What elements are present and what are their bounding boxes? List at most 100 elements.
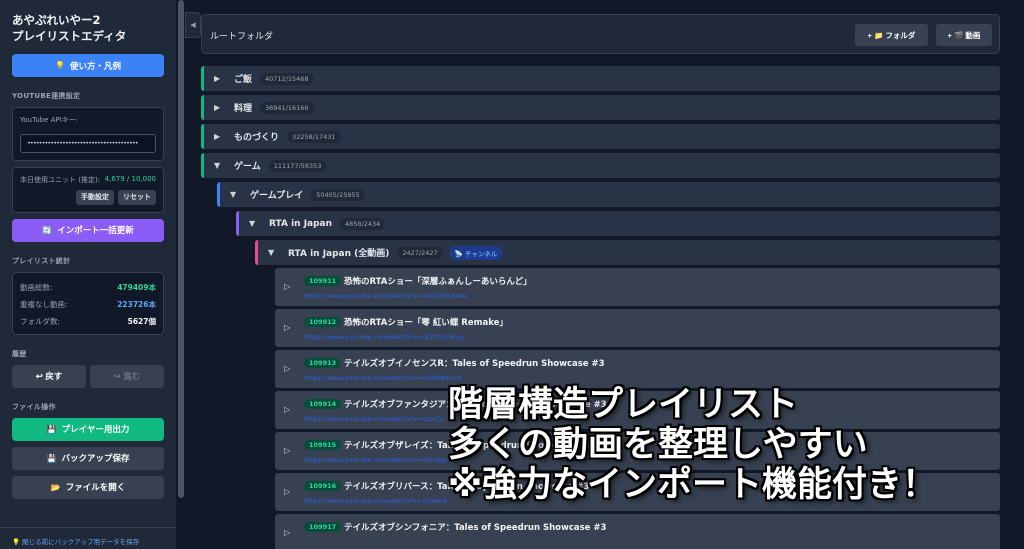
folder-count: 40712/15468 (260, 72, 314, 85)
video-id-badge: 109913 (304, 358, 342, 368)
redo-button[interactable]: ↪ 進む (90, 364, 164, 388)
video-title: 恐怖のRTAショー「深層ふぁんしーあいらんど」 (344, 277, 532, 287)
undo-button[interactable]: ↩ 戻す (12, 364, 86, 388)
video-id-badge: 109911 (304, 276, 342, 286)
channel-badge: 📡 チャンネル (448, 245, 504, 260)
video-url[interactable]: https://www.youtube.com/watch?v=H3RObdOc… (304, 374, 462, 382)
player-export-label: プレイヤー用出力 (61, 424, 130, 434)
units-buttons: 手動設定 リセット (20, 189, 156, 205)
video-row[interactable]: ▷ 109913 テイルズオブイノセンスR：Tales of Speedrun … (275, 350, 1000, 388)
stat-label: フォルダ数: (20, 316, 61, 326)
manual-set-button[interactable]: 手動設定 (76, 189, 114, 205)
folder-count: 36941/16166 (260, 101, 314, 114)
folder-row[interactable]: ▶ ご飯 40712/15468 (201, 66, 1000, 91)
video-row[interactable]: ▷ 109915 テイルズオブザレイズ：Tales of Speedrun Sh… (275, 432, 1000, 470)
collapse-triangle-icon[interactable]: ▼ (249, 219, 259, 228)
backup-warning: 💡 閉じる前にバックアップ用データを保存 (12, 536, 139, 546)
video-title: テイルズオブシンフォニア：Tales of Speedrun Showcase … (344, 523, 607, 533)
player-export-button[interactable]: 💾 プレイヤー用出力 (12, 417, 164, 441)
folder-name: ご飯 (234, 75, 253, 85)
stats-card: 動画総数: 479409本 重複なし動画: 223726本 フォルダ数: 562… (12, 271, 164, 335)
play-icon[interactable]: ▷ (284, 446, 290, 455)
video-url[interactable]: https://www.youtube.com/watch?v=USmlqp (304, 456, 447, 464)
play-icon[interactable]: ▷ (284, 528, 290, 537)
folder-row[interactable]: ▼ RTA in Japan (全動画) 2427/2427 📡 チャンネル (255, 240, 1000, 265)
sidebar-scrollbar-thumb[interactable] (178, 0, 184, 498)
folder-row[interactable]: ▼ ゲーム 111177/58353 (201, 153, 1000, 178)
history-section-label: 履歴 (12, 349, 27, 358)
play-icon[interactable]: ▷ (284, 364, 290, 373)
sidebar-divider (0, 527, 176, 528)
folder-row[interactable]: ▼ ゲームプレイ 50405/25955 (217, 182, 1000, 207)
backup-save-button[interactable]: 💾 バックアップ保存 (12, 446, 164, 470)
collapse-triangle-icon[interactable]: ▼ (214, 161, 224, 170)
folder-name: ゲームプレイ (250, 191, 304, 201)
import-update-label: インポート一括更新 (57, 225, 134, 235)
video-id-badge: 109916 (304, 481, 342, 491)
video-title: 恐怖のRTAショー「零 紅い蝶 Remake」 (344, 318, 508, 328)
video-row[interactable]: ▷ 109914 テイルズオブファンタジア：Tales of Speedrun … (275, 391, 1000, 429)
video-id-badge: 109912 (304, 317, 342, 327)
reset-units-button[interactable]: リセット (118, 189, 156, 205)
stats-section-label: プレイリスト統計 (12, 256, 71, 265)
collapse-triangle-icon[interactable]: ▼ (230, 190, 240, 199)
stat-total-videos: 動画総数: 479409本 (20, 282, 156, 293)
folder-count: 32258/17431 (287, 130, 341, 143)
main-panel: ルートフォルダ + 📁 フォルダ + 🎬 動画 ▶ ご飯 40712/15468… (201, 0, 1024, 549)
stat-label: 動画総数: (20, 282, 53, 292)
video-row[interactable]: ▷ 109916 テイルズオブリバース：Tales of Speedrun Sh… (275, 473, 1000, 511)
video-row[interactable]: ▷ 109912 恐怖のRTAショー「零 紅い蝶 Remake」 https:/… (275, 309, 1000, 347)
add-video-button[interactable]: + 🎬 動画 (936, 24, 992, 46)
api-key-label: YouTube APIキー: (20, 116, 79, 124)
help-button-label: 使い方・凡例 (69, 60, 121, 71)
video-title: テイルズオブリバース：Tales of Speedrun Showcase #3 (344, 482, 590, 492)
play-icon[interactable]: ▷ (284, 487, 290, 496)
help-button[interactable]: 💡 使い方・凡例 (12, 54, 164, 77)
open-file-button[interactable]: 📂 ファイルを開く (12, 475, 164, 499)
video-url[interactable]: https://www.youtube.com/watch?v=cEZchCrN… (304, 333, 464, 341)
root-folder-title: ルートフォルダ (210, 32, 274, 42)
video-row[interactable]: ▷ 109911 恐怖のRTAショー「深層ふぁんしーあいらんど」 https:/… (275, 268, 1000, 306)
sidebar-collapse-button[interactable]: ◀ (185, 12, 201, 38)
open-file-label: ファイルを開く (65, 482, 126, 492)
folder-name: RTA in Japan (全動画) (288, 249, 390, 259)
api-key-input[interactable] (20, 133, 156, 153)
stat-unique-videos: 重複なし動画: 223726本 (20, 299, 156, 310)
bulb-icon: 💡 (12, 538, 21, 546)
stat-value: 223726本 (117, 299, 156, 309)
play-icon[interactable]: ▷ (284, 282, 290, 291)
backup-warning-text: 閉じる前にバックアップ用データを保存 (22, 538, 140, 546)
expand-triangle-icon[interactable]: ▶ (214, 132, 224, 141)
folder-count: 111177/58353 (268, 159, 327, 172)
add-folder-button[interactable]: + 📁 フォルダ (855, 24, 928, 46)
units-label: 本日使用ユニット (推定): (20, 175, 101, 184)
folder-row[interactable]: ▼ RTA in Japan 4858/2434 (236, 211, 1000, 236)
stat-label: 重複なし動画: (20, 299, 68, 309)
video-url[interactable]: https://www.youtube.com/watch?v=uzarCn (304, 415, 445, 423)
api-key-card: YouTube APIキー: (12, 107, 164, 161)
video-url[interactable]: https://www.youtube.com/watch?v=WezCNfKS… (304, 292, 467, 300)
youtube-section-label: YOUTUBE連携設定 (12, 92, 81, 100)
video-row[interactable]: ▷ 109917 テイルズオブシンフォニア：Tales of Speedrun … (275, 514, 1000, 549)
app-title-line1: あやぷれいやー2 (12, 13, 101, 27)
folder-count: 4858/2434 (340, 217, 386, 230)
floppy-icon: 💾 (46, 453, 57, 463)
expand-triangle-icon[interactable]: ▶ (214, 103, 224, 112)
play-icon[interactable]: ▷ (284, 323, 290, 332)
refresh-icon: 🔄 (42, 225, 53, 235)
folder-icon: 📂 (50, 482, 61, 492)
backup-save-label: バックアップ保存 (61, 453, 130, 463)
stat-folder-count: フォルダ数: 5627個 (20, 316, 156, 327)
folder-count: 2427/2427 (397, 246, 443, 259)
expand-triangle-icon[interactable]: ▶ (214, 74, 224, 83)
play-icon[interactable]: ▷ (284, 405, 290, 414)
folder-row[interactable]: ▶ 料理 36941/16166 (201, 95, 1000, 120)
app-root: あやぷれいやー2 プレイリストエディタ 💡 使い方・凡例 YOUTUBE連携設定… (0, 0, 1024, 549)
import-update-button[interactable]: 🔄 インポート一括更新 (12, 218, 164, 242)
floppy-icon: 💾 (46, 424, 57, 434)
video-url[interactable]: https://www.youtube.com/watch?v=yG2eoA (304, 497, 447, 505)
video-title: テイルズオブファンタジア：Tales of Speedrun Showcase … (344, 400, 607, 410)
video-id-badge: 109914 (304, 399, 342, 409)
collapse-triangle-icon[interactable]: ▼ (268, 248, 278, 257)
folder-row[interactable]: ▶ ものづくり 32258/17431 (201, 124, 1000, 149)
